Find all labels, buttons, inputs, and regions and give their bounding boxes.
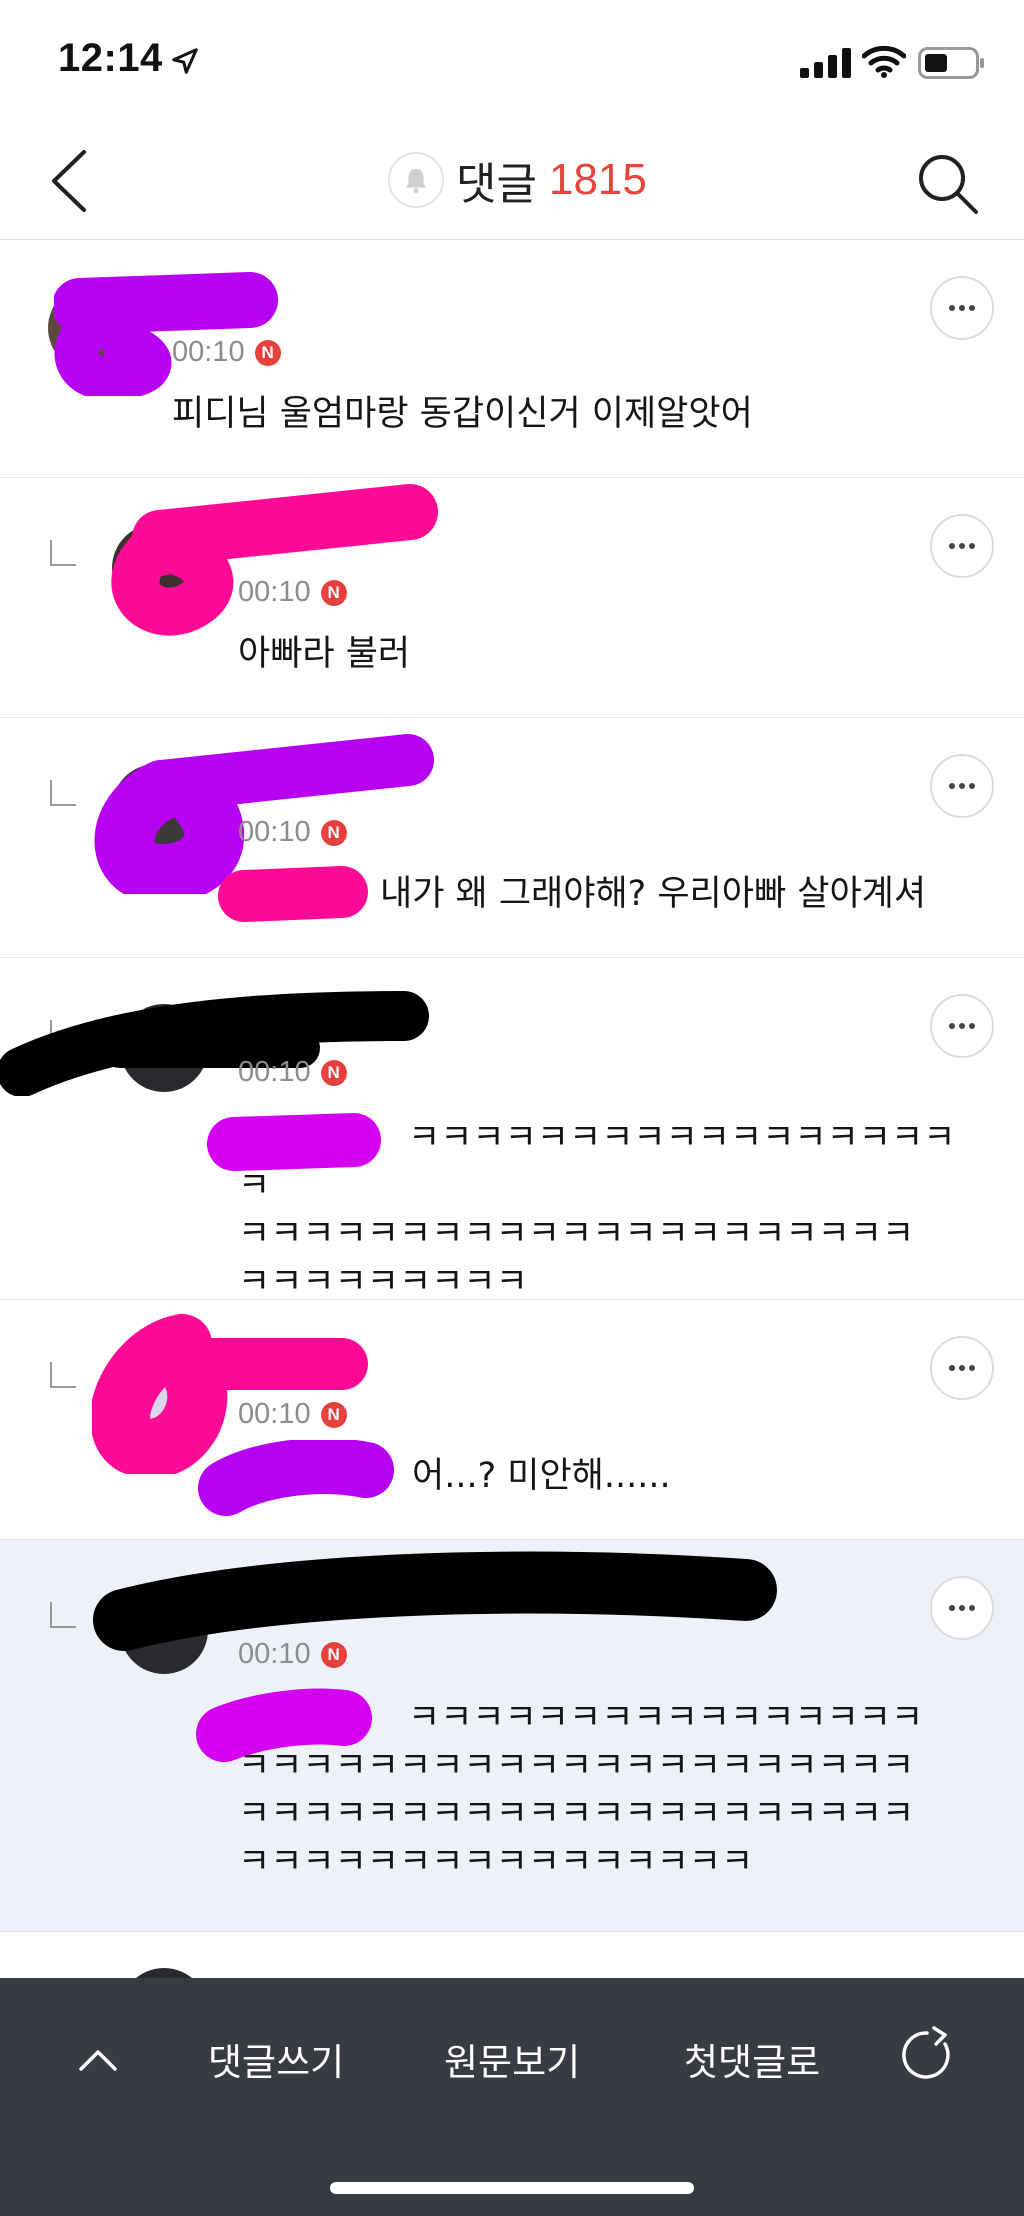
redaction-scribble — [54, 272, 278, 396]
comment-text: 피디님 울엄마랑 동갑이신거 이제알앗어 — [172, 394, 753, 434]
reply-indicator — [50, 1602, 76, 1628]
page-title: 댓글 — [456, 159, 537, 210]
new-badge: N — [320, 579, 347, 606]
comment-text: 어...? 미안해...... — [412, 1456, 671, 1496]
status-bar: 12:14 — [0, 0, 1024, 120]
new-badge: N — [320, 1641, 347, 1668]
redaction-scribble — [198, 1440, 394, 1516]
comment-time: 00:10 — [238, 576, 311, 608]
reply-item: 00:10 N 아빠라 불러 — [0, 478, 1024, 718]
comment-text: ㅋㅋㅋㅋㅋㅋㅋㅋㅋㅋㅋㅋㅋㅋㅋㅋㅋㅋ ㅋㅋㅋㅋㅋㅋㅋㅋㅋㅋㅋㅋㅋㅋㅋㅋㅋㅋㅋㅋㅋ… — [238, 1118, 956, 1302]
more-options-button[interactable] — [930, 276, 994, 340]
more-icon — [949, 1605, 975, 1611]
comment-text: 내가 왜 그래야해? 우리아빠 살아계셔 — [380, 874, 927, 914]
new-badge: N — [254, 339, 281, 366]
search-icon[interactable] — [914, 150, 980, 216]
write-comment-button[interactable]: 댓글쓰기 — [208, 2032, 344, 2086]
signal-icon — [800, 48, 851, 78]
comment-time: 00:10 — [238, 1398, 311, 1430]
comment-text: 아빠라 불러 — [238, 634, 411, 674]
comment-text: ㅋㅋㅋㅋㅋㅋㅋㅋㅋㅋㅋㅋㅋㅋㅋㅋ ㅋㅋㅋㅋㅋㅋㅋㅋㅋㅋㅋㅋㅋㅋㅋㅋㅋㅋㅋㅋㅋ ㅋ… — [238, 1698, 924, 1882]
wifi-icon — [862, 45, 906, 78]
redaction-scribble — [93, 1551, 777, 1651]
more-icon — [949, 783, 975, 789]
reply-indicator — [50, 1362, 76, 1388]
reply-item-highlighted: 00:10 N ㅋㅋㅋㅋㅋㅋㅋㅋㅋㅋㅋㅋㅋㅋㅋㅋ ㅋㅋㅋㅋㅋㅋㅋㅋㅋㅋㅋㅋㅋㅋㅋ… — [0, 1540, 1024, 1932]
notification-toggle[interactable] — [388, 152, 444, 208]
reply-indicator — [50, 780, 76, 806]
comment-time: 00:10 — [172, 336, 245, 368]
new-badge: N — [320, 1059, 347, 1086]
more-options-button[interactable] — [930, 1336, 994, 1400]
reply-item: 00:10 N ㅋㅋㅋㅋㅋㅋㅋㅋㅋㅋㅋㅋㅋㅋㅋㅋㅋㅋ ㅋㅋㅋㅋㅋㅋㅋㅋㅋㅋㅋㅋㅋ… — [0, 958, 1024, 1302]
more-options-button[interactable] — [930, 1576, 994, 1640]
home-indicator[interactable] — [330, 2182, 694, 2194]
bell-icon — [406, 168, 426, 194]
reply-item: 00:10 N 내가 왜 그래야해? 우리아빠 살아계셔 — [0, 718, 1024, 958]
comment-time: 00:10 — [238, 1638, 311, 1670]
view-original-button[interactable]: 원문보기 — [444, 2032, 580, 2086]
new-badge: N — [320, 1401, 347, 1428]
more-options-button[interactable] — [930, 514, 994, 578]
chevron-up-icon[interactable] — [78, 2048, 118, 2072]
header-title-group: 댓글 1815 — [388, 150, 647, 210]
comment-meta: 00:10 N — [238, 1638, 347, 1671]
more-icon — [949, 305, 975, 311]
comment-item: 00:10 N 피디님 울엄마랑 동갑이신거 이제알앗어 — [0, 240, 1024, 478]
reply-item: 00:10 N 어...? 미안해...... — [0, 1300, 1024, 1540]
comment-item-partial — [0, 1932, 1024, 2056]
more-icon — [949, 543, 975, 549]
first-comment-button[interactable]: 첫댓글로 — [684, 2032, 820, 2086]
status-time: 12:14 — [58, 36, 163, 80]
comment-count: 1815 — [548, 155, 647, 204]
more-options-button[interactable] — [930, 994, 994, 1058]
more-icon — [949, 1365, 975, 1371]
redaction-scribble — [111, 484, 438, 636]
battery-icon — [918, 47, 984, 79]
comment-meta: 00:10 N — [238, 816, 347, 849]
comment-meta: 00:10 N — [238, 1056, 347, 1089]
bottom-toolbar: 댓글쓰기 원문보기 첫댓글로 — [0, 1978, 1024, 2216]
more-options-button[interactable] — [930, 754, 994, 818]
back-icon[interactable] — [46, 148, 94, 214]
comment-meta: 00:10 N — [238, 576, 347, 609]
comment-time: 00:10 — [238, 1056, 311, 1088]
comment-meta: 00:10 N — [172, 336, 281, 369]
refresh-icon[interactable] — [898, 2026, 956, 2084]
comments-header: 댓글 1815 — [0, 120, 1024, 240]
more-icon — [949, 1023, 975, 1029]
comment-time: 00:10 — [238, 816, 311, 848]
reply-indicator — [50, 540, 76, 566]
redaction-scribble — [218, 866, 368, 922]
new-badge: N — [320, 819, 347, 846]
redaction-scribble — [0, 991, 429, 1096]
comment-meta: 00:10 N — [238, 1398, 347, 1431]
location-arrow-icon — [172, 48, 198, 74]
